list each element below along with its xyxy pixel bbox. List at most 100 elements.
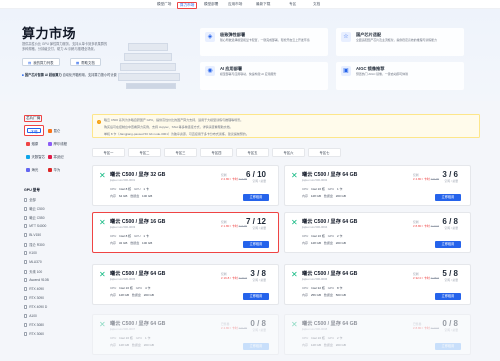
hero-note-text: 自动化开箱即用，支持算力按小时计费 [62,73,117,77]
availability-note: 空闲 / 总量 [444,278,458,282]
my-compute-list-button[interactable]: ▤ 我的算力列表 [22,58,60,66]
gpu-option[interactable]: 昆仑 R300 [24,242,45,247]
spec-disk-value: 500 GB [335,293,346,297]
spec-cpu-value: Intel 8 核 [119,187,132,191]
checkbox[interactable] [24,305,28,309]
rent-button[interactable]: 立即租用 [435,343,461,350]
vendor-label: 摩尔线程 [53,142,68,146]
spec-ram-value: 32 GB [118,241,128,245]
nav-item-model-plaza[interactable]: 模型广场 [157,2,171,7]
metax-logo-icon: ✕ [99,171,106,180]
gpu-option[interactable]: BI-V150 [24,233,41,237]
gpu-option[interactable]: 曦云 C550 [24,215,45,220]
zone-tab[interactable]: 专区三 [164,148,197,157]
checkbox[interactable] [24,251,28,255]
gpu-option[interactable]: RTX 3080 [24,323,44,327]
rent-button[interactable]: 立即租用 [243,293,269,300]
notice-line: 购买后可在控制台中查看算力实例，支持 Jupyter、SSH 等多种连接方式，详… [104,125,233,129]
spec-gpu-value: 1 卡 [337,187,343,191]
gpu-option[interactable]: 曦云 C500 [24,206,45,211]
gpu-option[interactable]: 天垓 100 [24,269,42,274]
feature-card-elastic-deploy: ◈ 极致弹性部署 随心所欲选择模型和显卡配置，一键完成部署，轻松开启云上开发环境 [200,28,328,56]
checkbox[interactable] [24,207,28,211]
checkbox[interactable] [24,332,28,336]
zone-tab[interactable]: 专区四 [200,148,233,157]
gpu-option[interactable]: RTX 3060 [24,332,44,336]
price-value: ¥ 8.80 / 卡时 [413,326,430,330]
vendor-option-suiyuan[interactable]: 燧原 [26,141,38,146]
top-nav: 模型广场 算力市场 模型部署 应用市场 最新下载 专区 文档 [0,0,500,9]
checkbox[interactable] [24,243,28,247]
availability-note: 空闲 / 总量 [252,278,266,282]
vendor-option-huawei[interactable]: 华为 [48,167,60,172]
rent-button[interactable]: 立即租用 [435,293,461,300]
vendor-label: 燧原 [31,142,39,146]
feature-desc: 随心所欲选择模型和显卡配置，一键完成部署，轻松开启云上开发环境 [220,38,310,42]
nav-item-compute-market[interactable]: 算力市场 [177,1,198,9]
vendor-logo-icon [48,128,52,133]
vendor-option-iluvatar[interactable]: 天数智芯 [26,154,45,159]
vendor-option-cambricon[interactable]: 寒武纪 [48,154,64,159]
zone-tab[interactable]: 专区五 [236,148,269,157]
availability-note: 空闲 / 总量 [444,226,458,230]
metax-logo-icon: ✕ [291,320,298,329]
spec-ram: 内存 128 GB 数据盘 200 GB [110,343,154,347]
spec-gpu-value: 8 卡 [337,286,343,290]
zone-tab[interactable]: 专区六 [272,148,305,157]
availability-note: 空闲 / 总量 [444,179,458,183]
nav-item-model-deploy[interactable]: 模型部署 [204,2,218,7]
gpu-option[interactable]: Ascend 910B [24,278,49,282]
nav-item-zones[interactable]: 专区 [289,2,296,7]
vendor-option-kunlun[interactable]: 昆仑 [48,128,60,133]
zone-tab[interactable]: 专区二 [128,148,161,157]
spec-disk-value: 200 GB [335,241,346,245]
checkbox[interactable] [24,287,28,291]
gpu-option[interactable]: RTX 3090 [24,296,44,300]
rent-button[interactable]: 立即租用 [435,194,461,201]
spec-gpu-value: 2 卡 [337,234,343,238]
zone-tab[interactable]: 专区一 [92,148,125,157]
nav-item-docs[interactable]: 文档 [313,2,320,7]
checkbox[interactable] [24,296,28,300]
rent-button[interactable]: 立即租用 [243,241,269,248]
server-illustration [118,35,182,93]
checkbox[interactable] [24,198,28,202]
spec-disk-value: 100 GB [142,241,153,245]
rent-button[interactable]: 立即租用 [243,343,269,350]
gpu-option[interactable]: A100 [24,314,37,318]
vendor-option-hygon[interactable]: 海光 [26,167,38,172]
gpu-option[interactable]: MTT S4000 [24,224,46,228]
gpu-card-selected: ✕ 曦云 C500 / 显存 16 GB jiajia-muxi-500-000… [92,212,279,253]
checkbox[interactable] [24,224,28,228]
vendor-option-moore[interactable]: 摩尔线程 [48,141,67,146]
spec-disk-value: 200 GB [335,194,346,198]
spec-cpu-value: Intel 8 核 [119,234,132,238]
checkbox[interactable] [24,278,28,282]
checkbox[interactable] [24,323,28,327]
checkbox[interactable] [24,314,28,318]
checkbox[interactable] [24,233,28,237]
zone-tab[interactable]: 专区七 [308,148,341,157]
checkbox[interactable] [24,260,28,264]
gpu-option[interactable]: K100 [24,251,37,255]
nav-item-app-market[interactable]: 应用市场 [228,2,242,7]
vendor-option-muxi[interactable]: 沐曦 [24,125,44,136]
gpu-option[interactable]: MLU370 [24,260,42,264]
feature-desc: 模型部署与应用联动，快速构建 AI 应用服务 [220,72,277,76]
hero-note: ■ 国产芯片智算 AI 超级算力 自动化开箱即用，支持算力按小时计费 了解详情 [22,72,130,77]
checkbox[interactable] [24,216,28,220]
checkbox[interactable] [24,270,28,274]
gpu-option[interactable]: RTX 4090 [24,287,44,291]
help-docs-button[interactable]: ▦ 帮助文档 [70,58,101,66]
notice-line: 单机 8 卡（Jiangjiang-paused 50 Gb node-0001… [104,132,249,136]
gpu-card-id: jiajia-muxi-500-0003 [110,225,136,229]
gpu-option[interactable]: 全部 [24,197,36,202]
rent-button[interactable]: 立即租用 [243,194,269,201]
gpu-card: ✕ 曦云 C500 / 显存 64 GB jiajia-muxi-500-000… [284,264,471,305]
gpu-option[interactable]: RTX 4090 D [24,305,47,309]
spec-ram-value: 64 GB [118,194,128,198]
gpu-option-label: BI-V150 [29,233,42,237]
rent-button[interactable]: 立即租用 [435,241,461,248]
nav-item-downloads[interactable]: 最新下载 [256,2,270,7]
old-price: ¥ 48.0 [430,276,440,280]
